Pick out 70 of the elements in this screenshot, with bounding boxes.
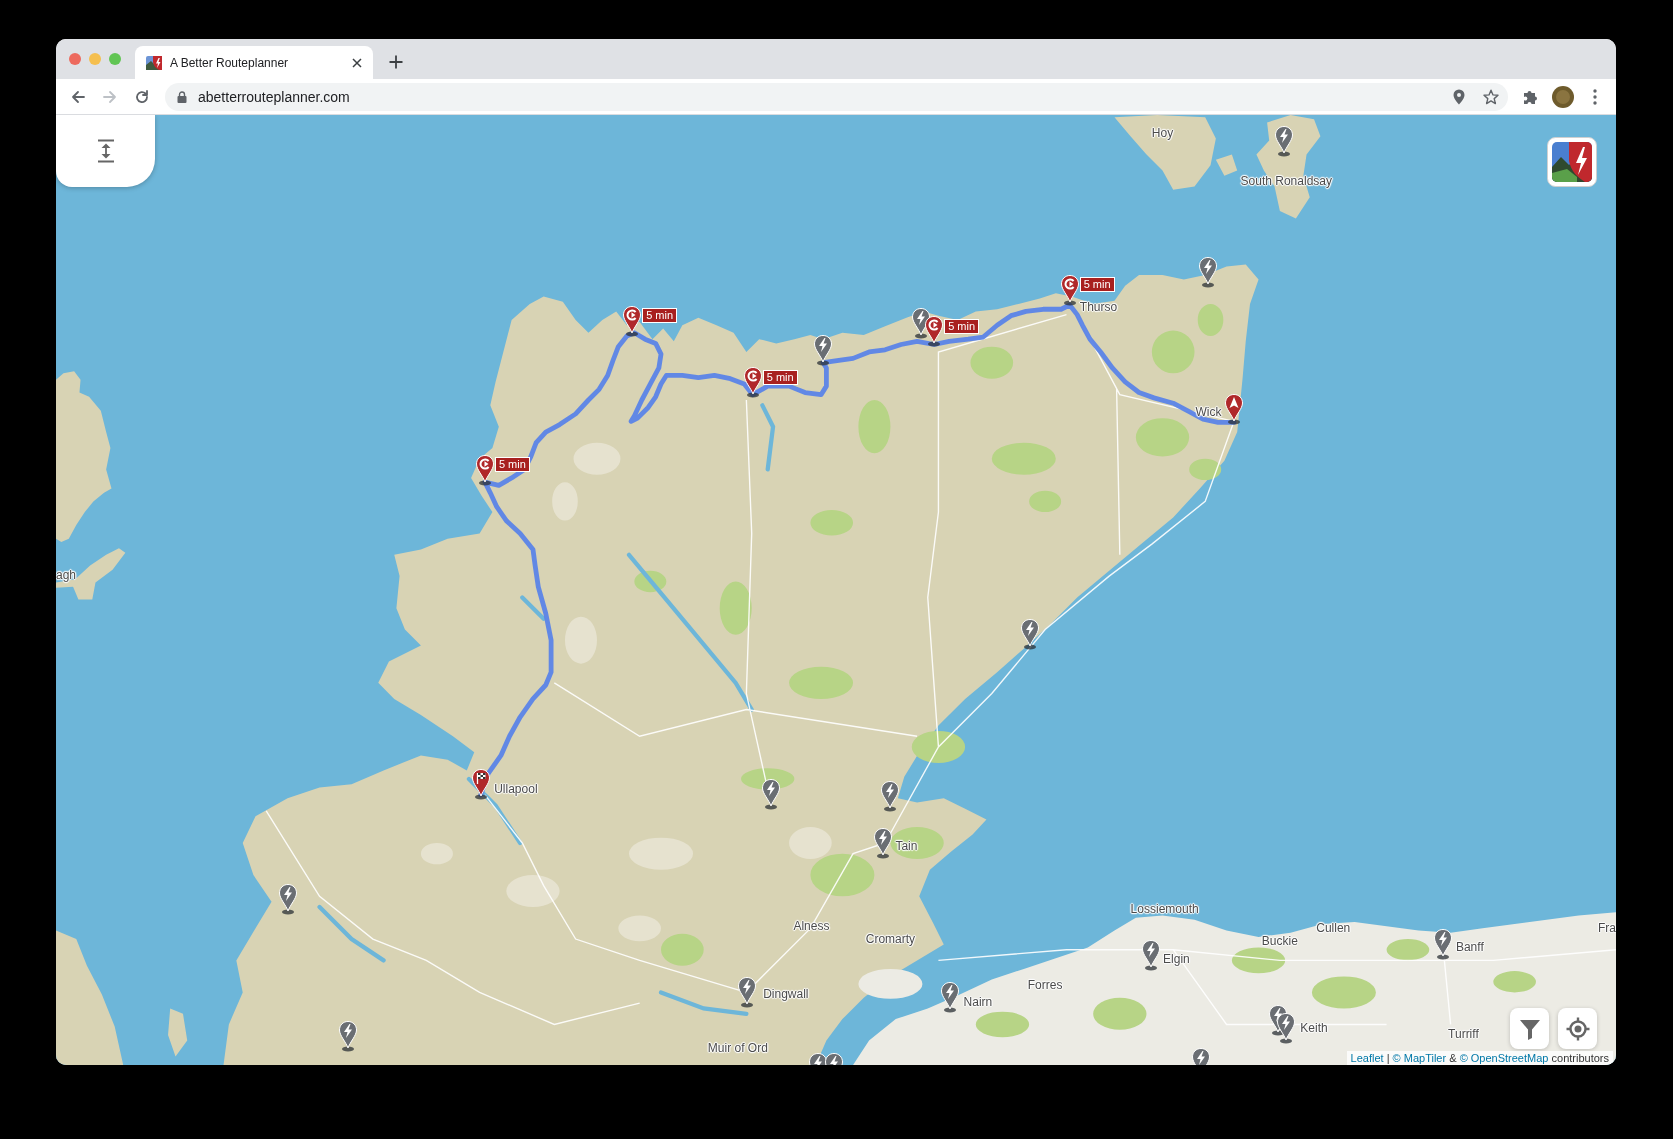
star-icon[interactable] xyxy=(1483,88,1499,105)
stop-pin-icon[interactable] xyxy=(622,304,643,337)
lightning-pin-icon[interactable] xyxy=(880,780,901,813)
crosshair-icon xyxy=(1565,1016,1590,1041)
lightning-pin-icon[interactable] xyxy=(940,981,961,1014)
place-label: Cromarty xyxy=(865,931,916,946)
lightning-pin-icon[interactable] xyxy=(872,827,893,860)
lightning-pin-icon[interactable] xyxy=(1276,1012,1297,1045)
place-label: Buckie xyxy=(1261,933,1298,948)
lock-icon[interactable] xyxy=(177,90,187,103)
place-label: Elgin xyxy=(1163,952,1190,966)
stop-pin-icon[interactable] xyxy=(474,454,495,486)
lightning-pin-icon[interactable] xyxy=(1433,927,1454,960)
plus-icon[interactable] xyxy=(389,55,403,69)
favicon-icon xyxy=(146,54,162,71)
place-label: Cullen xyxy=(1316,921,1351,936)
place-label: Lossiemouth xyxy=(1130,901,1199,916)
place-label: Muir of Ord xyxy=(707,1040,768,1055)
lightning-pin-icon[interactable] xyxy=(1020,618,1041,651)
place-label: Forres xyxy=(1027,977,1063,992)
place-label: Hoy xyxy=(1151,126,1174,141)
lightning-pin-icon[interactable] xyxy=(1274,125,1295,158)
place-label: Alness xyxy=(793,918,830,933)
avatar-icon[interactable] xyxy=(1552,85,1574,108)
place-label: Fra xyxy=(1598,921,1616,936)
place-label: Dingwall xyxy=(763,987,809,1002)
lightning-pin-icon[interactable] xyxy=(737,975,758,1008)
logo-icon[interactable] xyxy=(1547,137,1597,187)
place-label: Tain xyxy=(895,838,918,853)
place-label: Wick xyxy=(1195,404,1222,419)
attribution-text: Leaflet | © MapTiler & © OpenStreetMap contributors xyxy=(1346,1051,1613,1065)
panel-toggle-button[interactable] xyxy=(56,115,155,187)
charge-time-label[interactable]: 5 min xyxy=(642,308,678,324)
attribution-link[interactable]: © MapTiler xyxy=(1392,1052,1447,1064)
attribution-link[interactable]: Leaflet xyxy=(1350,1052,1384,1064)
locate-button[interactable] xyxy=(1558,1008,1597,1049)
location-icon[interactable] xyxy=(1453,88,1465,105)
place-label: Ullapool xyxy=(494,782,538,797)
reload-icon[interactable] xyxy=(134,88,150,105)
attribution-link[interactable]: © OpenStreetMap xyxy=(1459,1052,1549,1064)
charge-time-label[interactable]: 5 min xyxy=(494,457,530,473)
puzzle-icon[interactable] xyxy=(1522,88,1538,105)
place-label: Banff xyxy=(1455,940,1484,955)
close-icon[interactable] xyxy=(352,57,362,68)
lightning-pin-icon[interactable] xyxy=(1140,939,1161,972)
place-label: agh xyxy=(56,567,77,582)
place-label: Thurso xyxy=(1079,300,1118,315)
charge-time-label[interactable]: 5 min xyxy=(1079,277,1115,293)
lightning-pin-icon[interactable] xyxy=(338,1019,359,1052)
flag-pin-icon[interactable] xyxy=(470,767,491,800)
lightning-pin-icon[interactable] xyxy=(807,1051,828,1065)
lightning-pin-icon[interactable] xyxy=(760,778,781,811)
menu-icon[interactable] xyxy=(1593,88,1597,105)
lightning-pin-icon[interactable] xyxy=(1198,255,1219,288)
charge-time-label[interactable]: 5 min xyxy=(944,318,980,334)
lightning-pin-icon[interactable] xyxy=(1190,1047,1211,1065)
stop-pin-icon[interactable] xyxy=(924,315,945,348)
place-label: Nairn xyxy=(963,994,993,1009)
filter-button[interactable] xyxy=(1510,1008,1549,1049)
address-field[interactable]: abetterrouteplanner.com xyxy=(165,82,1508,111)
place-label: Turriff xyxy=(1448,1026,1479,1041)
lightning-pin-icon[interactable] xyxy=(277,882,298,915)
arrow-pin-icon[interactable] xyxy=(1224,393,1244,426)
lightning-pin-icon[interactable] xyxy=(813,334,834,367)
lightning-pin-icon[interactable] xyxy=(823,1051,844,1065)
stop-pin-icon[interactable] xyxy=(1059,273,1080,306)
place-label: Keith xyxy=(1300,1021,1328,1036)
browser-tab[interactable]: A Better Routeplanner xyxy=(135,46,373,79)
back-icon[interactable] xyxy=(70,88,86,105)
stop-pin-icon[interactable] xyxy=(742,366,763,399)
